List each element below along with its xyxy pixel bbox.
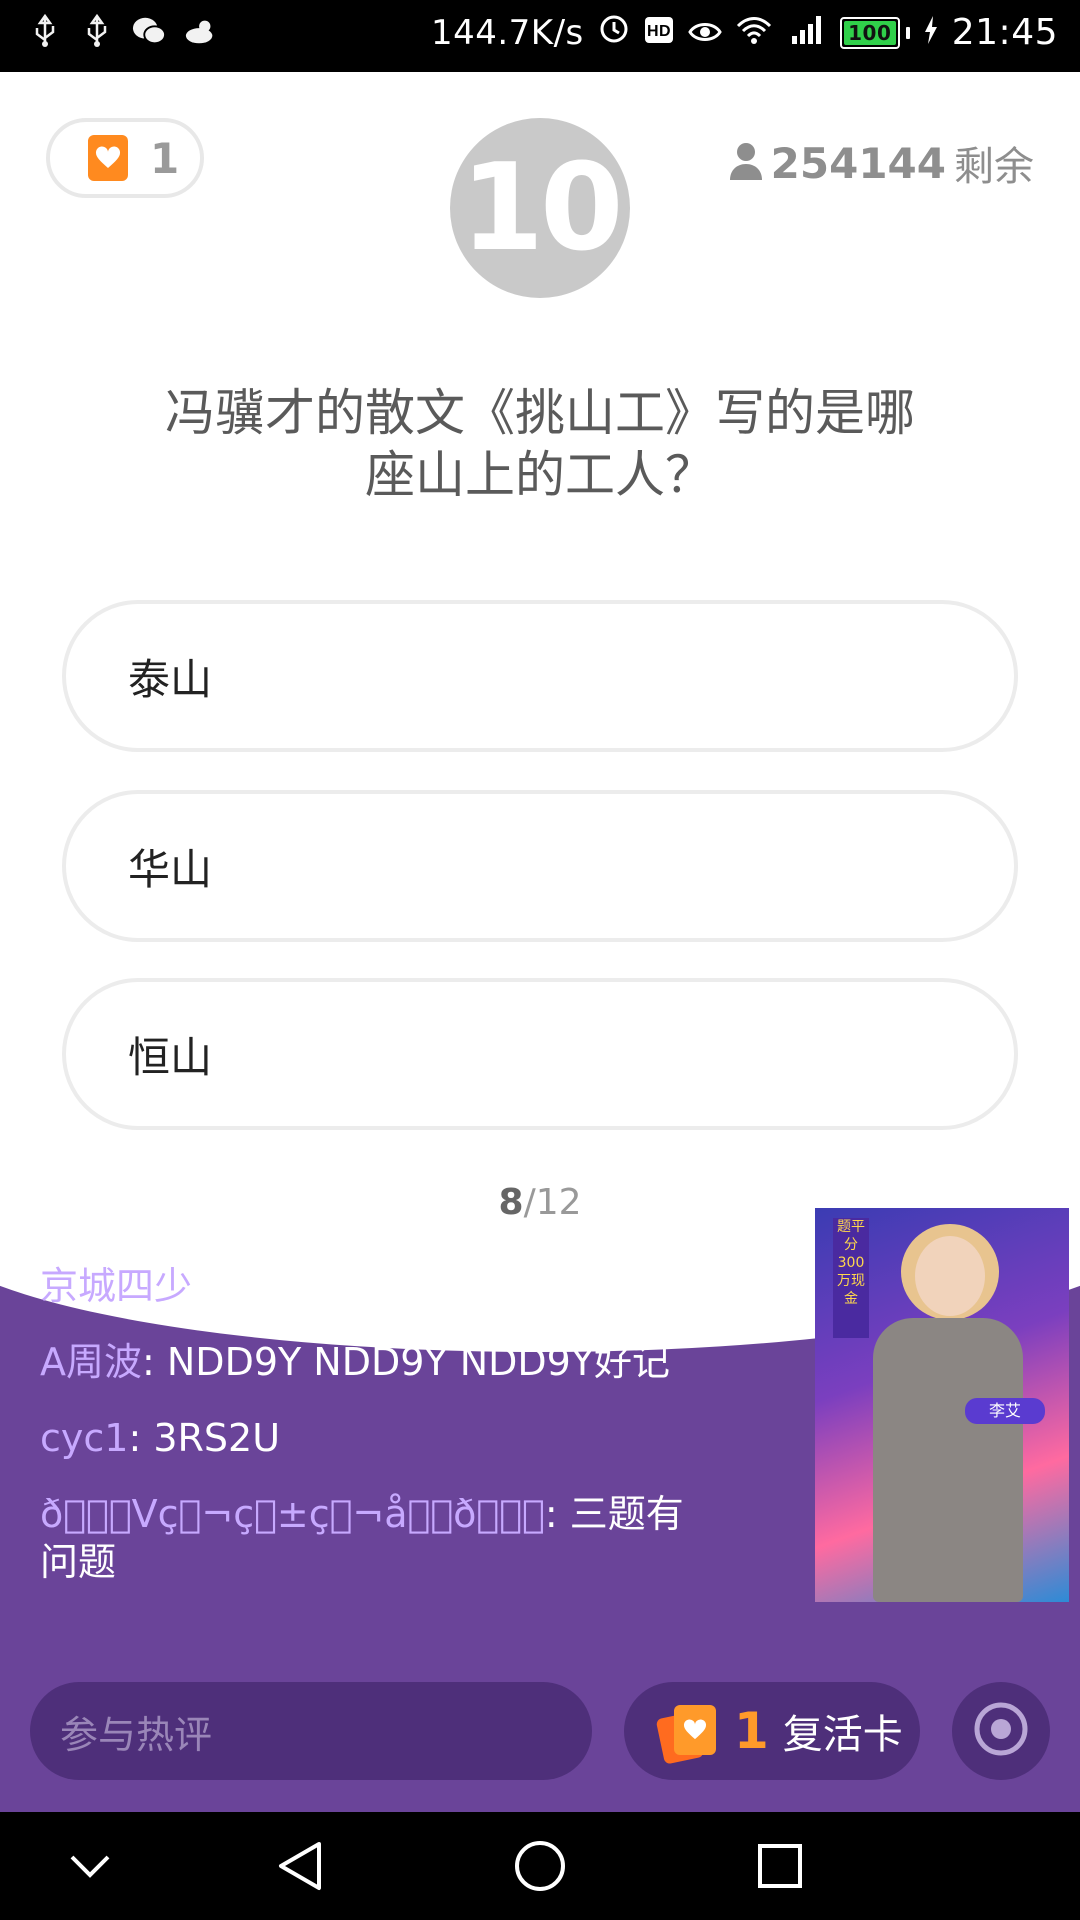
quiz-app: 1 10 254144 剩余 冯骥才的散文《挑山工》写的是哪座山上的工人？ 泰山… xyxy=(0,72,1080,1812)
usb-icon xyxy=(80,14,114,48)
progress-total: /12 xyxy=(523,1182,582,1223)
comment-user: ð   Vç ¬ç ±ç ¬å  ð    xyxy=(40,1492,545,1536)
answer-option-2[interactable]: 华山 xyxy=(62,790,1018,942)
net-speed: 144.7K/s xyxy=(430,12,584,53)
chevron-down-icon[interactable] xyxy=(60,1836,120,1896)
usb-icon xyxy=(28,14,62,48)
alarm-icon xyxy=(598,12,630,53)
hd-icon: HD xyxy=(644,13,674,53)
host-video[interactable]: 题平分300万现金 李艾 xyxy=(815,1208,1069,1602)
progress-current: 8 xyxy=(498,1182,524,1223)
comment-text: : 第三题有问题 xyxy=(192,1264,445,1308)
host-name-tag: 李艾 xyxy=(965,1398,1045,1424)
battery-level: 100 xyxy=(848,20,892,45)
clock: 21:45 xyxy=(951,12,1058,53)
answer-option-label: 华山 xyxy=(128,844,213,894)
comment-user: 京城四少 xyxy=(40,1264,193,1308)
weather-icon xyxy=(184,14,218,48)
host-body xyxy=(873,1318,1023,1602)
svg-text:HD: HD xyxy=(647,23,671,40)
home-icon[interactable] xyxy=(510,1836,570,1896)
wechat-icon xyxy=(132,14,166,48)
countdown-timer: 10 xyxy=(450,118,630,298)
status-left-icons xyxy=(28,14,218,48)
revive-card-button[interactable]: 1 复活卡 xyxy=(624,1682,920,1780)
wifi-icon xyxy=(736,13,772,53)
revive-count: 1 xyxy=(734,1702,769,1760)
revive-card-icon xyxy=(654,1701,720,1765)
back-icon[interactable] xyxy=(270,1836,330,1896)
comment-user: A周波 xyxy=(40,1340,142,1384)
answer-option-3[interactable]: 恒山 xyxy=(62,978,1018,1130)
remaining-label: 剩余 xyxy=(954,144,1034,190)
comment-user: cyc1 xyxy=(40,1416,129,1460)
host-banner: 题平分300万现金 xyxy=(833,1218,869,1338)
charging-icon xyxy=(924,13,938,53)
remaining-players: 254144 剩余 xyxy=(729,134,1034,192)
record-icon xyxy=(972,1700,1030,1762)
comment-text: : NDD9Y NDD9Y NDD9Y好记 xyxy=(142,1340,671,1384)
eye-icon xyxy=(687,13,722,53)
comment-item: 京城四少: 第三题有问题 xyxy=(40,1262,690,1310)
signal-4g-icon xyxy=(786,13,826,53)
comment-text: : 3RS2U xyxy=(128,1416,281,1460)
lives-indicator[interactable]: 1 xyxy=(46,118,204,198)
lives-count: 1 xyxy=(150,133,180,183)
remaining-count: 254144 xyxy=(770,138,946,188)
comment-feed: 京城四少: 第三题有问题 A周波: NDD9Y NDD9Y NDD9Y好记 cy… xyxy=(40,1262,690,1614)
revive-label: 复活卡 xyxy=(782,1712,903,1758)
status-bar: 144.7K/s HD 100 21:45 xyxy=(0,0,1080,72)
battery-icon: 100 xyxy=(839,16,910,49)
comment-item: ð   Vç ¬ç ±ç ¬å  ð   : 三题有问题 xyxy=(40,1490,690,1586)
heart-icon xyxy=(88,135,128,181)
answer-option-1[interactable]: 泰山 xyxy=(62,600,1018,752)
answer-option-label: 恒山 xyxy=(128,1032,213,1082)
navigation-bar xyxy=(0,1812,1080,1920)
answer-option-label: 泰山 xyxy=(128,654,213,704)
host-head xyxy=(915,1236,985,1316)
status-right: 144.7K/s HD 100 21:45 xyxy=(431,12,1058,53)
recents-icon[interactable] xyxy=(750,1836,810,1896)
comment-item: cyc1: 3RS2U xyxy=(40,1414,690,1462)
comment-item: A周波: NDD9Y NDD9Y NDD9Y好记 xyxy=(40,1338,690,1386)
comment-input[interactable]: 参与热评 xyxy=(30,1682,592,1780)
record-button[interactable] xyxy=(952,1682,1050,1780)
question-text: 冯骥才的散文《挑山工》写的是哪座山上的工人？ xyxy=(165,384,915,504)
person-icon xyxy=(729,142,763,184)
